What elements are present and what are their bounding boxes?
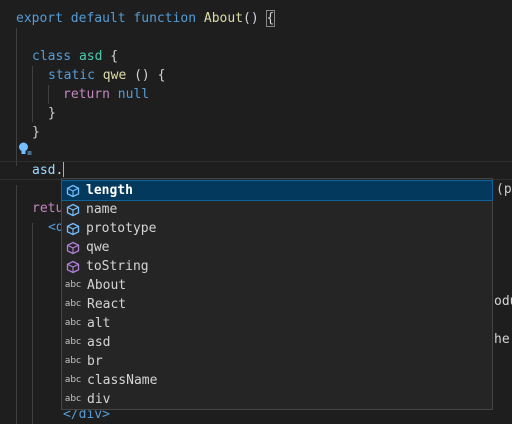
suggestion-item[interactable]: abc div — [62, 390, 492, 409]
text-icon: abc — [64, 299, 82, 309]
matched-brace: { — [265, 10, 276, 27]
class-name: asd — [78, 49, 103, 64]
details-fragment: (p — [496, 182, 512, 197]
suggestion-label: prototype — [86, 221, 157, 236]
suggestion-item[interactable]: toString — [62, 257, 492, 276]
keyword: static — [48, 68, 95, 83]
code-line[interactable]: } — [32, 123, 40, 142]
suggestion-label: alt — [87, 316, 111, 331]
suggestion-item[interactable]: prototype — [62, 219, 492, 238]
suggestion-widget[interactable]: length name prototype qwe toString abc About ab… — [61, 178, 493, 410]
suggestion-label: About — [87, 278, 127, 293]
brace: { — [157, 68, 166, 83]
brace: } — [48, 106, 56, 121]
code-fragment: odu — [494, 294, 512, 309]
suggestion-label: React — [87, 297, 127, 312]
code-editor[interactable]: export default function About() { class … — [0, 0, 512, 424]
indent-guide — [48, 85, 49, 104]
suggestion-label: length — [86, 183, 133, 198]
text-icon: abc — [64, 375, 82, 385]
suggestion-label: name — [86, 202, 118, 217]
method-icon — [64, 238, 82, 257]
indent-guide — [16, 185, 17, 424]
suggestion-label: qwe — [86, 240, 110, 255]
code-line[interactable]: retu — [32, 199, 63, 218]
suggestion-item[interactable]: abc asd — [62, 333, 492, 352]
parens: () — [134, 68, 150, 83]
parens: () — [243, 11, 259, 26]
keyword-fragment: retu — [32, 201, 64, 216]
text-icon: abc — [64, 280, 82, 290]
keyword: class — [32, 49, 72, 64]
suggestion-item[interactable]: abc React — [62, 295, 492, 314]
code-line[interactable]: export default function About() { — [16, 9, 276, 28]
text-icon: abc — [64, 356, 82, 366]
suggestion-label: toString — [86, 259, 149, 274]
suggestion-item[interactable]: length — [61, 180, 493, 201]
property-icon — [64, 219, 82, 238]
code-fragment: he — [494, 332, 510, 347]
suggestion-label: asd — [87, 335, 111, 350]
suggestion-item[interactable]: abc alt — [62, 314, 492, 333]
suggestion-item[interactable]: abc About — [62, 276, 492, 295]
literal: null — [117, 87, 150, 102]
suggestion-item[interactable]: qwe — [62, 238, 492, 257]
method-icon — [64, 257, 82, 276]
identifier: asd — [32, 163, 56, 178]
suggestion-item[interactable]: abc className — [62, 371, 492, 390]
suggestion-item[interactable]: name — [62, 200, 492, 219]
method-name: qwe — [102, 68, 127, 83]
code-line[interactable]: class asd { — [32, 47, 118, 66]
text-cursor — [63, 162, 65, 177]
brace: { — [110, 49, 119, 64]
dot-operator: . — [55, 163, 64, 178]
suggestion-label: br — [87, 354, 103, 369]
text-icon: abc — [64, 318, 82, 328]
lightbulb-icon[interactable] — [17, 141, 33, 157]
keyword: function — [133, 11, 197, 26]
suggestion-item[interactable]: abc br — [62, 352, 492, 371]
keyword: return — [63, 87, 110, 102]
brace: } — [32, 125, 40, 140]
suggestion-label: div — [87, 392, 111, 407]
suggestion-label: className — [87, 373, 158, 388]
function-name: About — [203, 11, 244, 26]
text-icon: abc — [64, 394, 82, 404]
code-line[interactable]: static qwe () { — [48, 66, 165, 85]
keyword: export — [16, 11, 63, 26]
indent-guide — [32, 223, 33, 424]
text-icon: abc — [64, 337, 82, 347]
code-line[interactable]: return null — [63, 85, 149, 104]
code-line[interactable]: } — [48, 104, 56, 123]
property-icon — [64, 200, 82, 219]
keyword: default — [70, 11, 126, 26]
indent-guide — [32, 66, 33, 122]
property-icon — [64, 181, 82, 200]
